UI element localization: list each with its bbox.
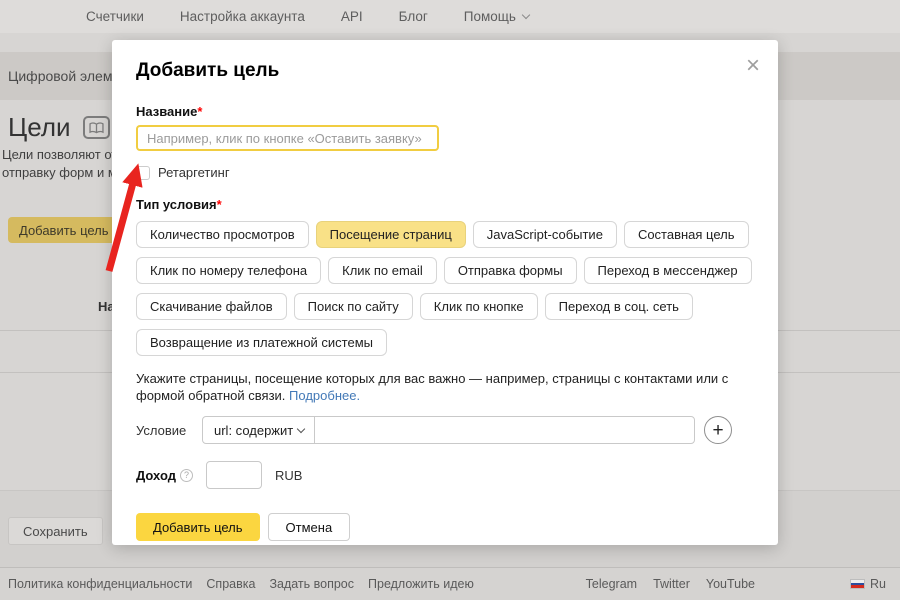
- type-button[interactable]: Переход в мессенджер: [584, 257, 752, 284]
- footer-link[interactable]: Справка: [206, 577, 255, 591]
- retargeting-label: Ретаргетинг: [158, 165, 230, 180]
- russia-flag-icon: [850, 579, 865, 589]
- footer-link[interactable]: Задать вопрос: [269, 577, 354, 591]
- type-button[interactable]: Клик по email: [328, 257, 437, 284]
- add-condition-button[interactable]: +: [704, 416, 732, 444]
- condition-row: Условие url: содержит +: [136, 416, 754, 444]
- type-button[interactable]: Переход в соц. сеть: [545, 293, 693, 320]
- book-icon: [89, 122, 104, 134]
- save-button[interactable]: Сохранить: [8, 517, 103, 545]
- pages-hint: Укажите страницы, посещение которых для …: [136, 370, 768, 404]
- nav-item[interactable]: Помощь: [464, 9, 529, 24]
- type-button[interactable]: Клик по номеру телефона: [136, 257, 321, 284]
- revenue-input[interactable]: [206, 461, 262, 489]
- top-nav: Счетчики Настройка аккаунта API Блог Пом…: [0, 0, 900, 33]
- footer-link[interactable]: Предложить идею: [368, 577, 474, 591]
- goal-name-input[interactable]: [136, 125, 439, 151]
- chevron-down-icon: [297, 425, 305, 433]
- footer-social-link[interactable]: Twitter: [653, 577, 690, 591]
- type-button[interactable]: Скачивание файлов: [136, 293, 287, 320]
- add-goal-modal: Добавить цель × Название* Ретаргетинг Ти…: [112, 40, 778, 545]
- type-button[interactable]: JavaScript-событие: [473, 221, 617, 248]
- revenue-row: Доход ? RUB: [136, 461, 754, 489]
- condition-label: Условие: [136, 423, 202, 438]
- chevron-down-icon: [522, 10, 530, 18]
- retargeting-checkbox[interactable]: [136, 166, 150, 180]
- language-label: Ru: [870, 577, 886, 591]
- footer: Политика конфиденциальности Справка Зада…: [0, 567, 900, 600]
- nav-item[interactable]: Счетчики: [86, 9, 144, 24]
- required-mark: *: [197, 104, 202, 119]
- footer-link[interactable]: Политика конфиденциальности: [8, 577, 192, 591]
- footer-links: Политика конфиденциальности Справка Зада…: [8, 577, 474, 591]
- nav-item[interactable]: Настройка аккаунта: [180, 9, 305, 24]
- revenue-label: Доход: [136, 468, 176, 483]
- type-button[interactable]: Клик по кнопке: [420, 293, 538, 320]
- required-mark: *: [217, 197, 222, 212]
- goals-title-row: Цели: [8, 112, 110, 143]
- more-link[interactable]: Подробнее.: [289, 388, 360, 403]
- type-button[interactable]: Посещение страниц: [316, 221, 466, 248]
- goals-help-book-button[interactable]: [83, 116, 110, 139]
- language-switcher[interactable]: Ru: [850, 577, 886, 591]
- condition-type-buttons: Количество просмотров Посещение страниц Ja…: [136, 221, 754, 356]
- cancel-button[interactable]: Отмена: [268, 513, 351, 541]
- type-button[interactable]: Отправка формы: [444, 257, 577, 284]
- type-button[interactable]: Поиск по сайту: [294, 293, 413, 320]
- goals-description: Цели позволяют от отправку форм и м: [2, 146, 112, 182]
- section-header: Цифровой элеме: [0, 68, 112, 84]
- modal-title: Добавить цель: [136, 60, 754, 82]
- submit-add-goal-button[interactable]: Добавить цель: [136, 513, 260, 541]
- retargeting-row: Ретаргетинг: [136, 165, 754, 180]
- type-button[interactable]: Возвращение из платежной системы: [136, 329, 387, 356]
- footer-social-links: Telegram Twitter YouTube: [586, 577, 755, 591]
- name-label: Название*: [136, 104, 754, 119]
- footer-social-link[interactable]: Telegram: [586, 577, 637, 591]
- footer-social-link[interactable]: YouTube: [706, 577, 755, 591]
- close-icon[interactable]: ×: [746, 54, 760, 78]
- page-title: Цели: [8, 112, 71, 143]
- background-table-header: На: [98, 299, 112, 314]
- type-button[interactable]: Количество просмотров: [136, 221, 309, 248]
- condition-type-label: Тип условия*: [136, 197, 754, 212]
- condition-value-input[interactable]: [314, 416, 695, 444]
- nav-item[interactable]: Блог: [399, 9, 428, 24]
- background-add-goal-button[interactable]: Добавить цель: [8, 217, 120, 243]
- modal-actions: Добавить цель Отмена: [136, 513, 754, 541]
- nav-item[interactable]: API: [341, 9, 363, 24]
- type-button[interactable]: Составная цель: [624, 221, 749, 248]
- help-icon[interactable]: ?: [180, 469, 193, 482]
- currency-label: RUB: [275, 468, 302, 483]
- condition-operator-select[interactable]: url: содержит: [202, 416, 315, 444]
